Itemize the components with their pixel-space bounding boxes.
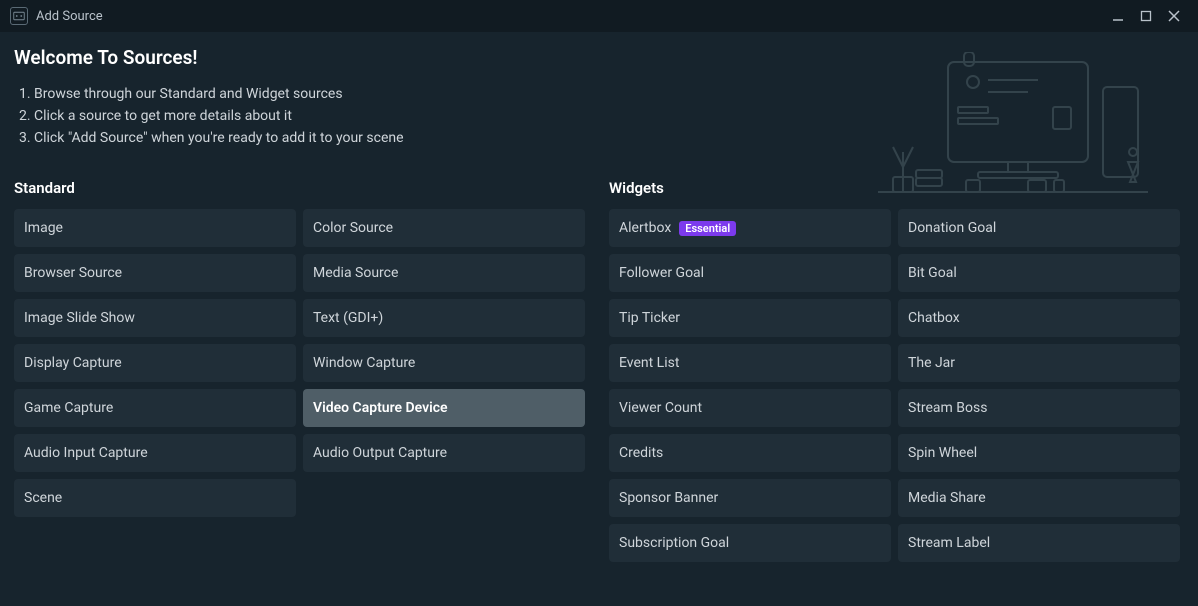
tile-label: Subscription Goal (619, 535, 729, 551)
tile-label: Chatbox (908, 310, 960, 326)
essential-badge: Essential (679, 221, 736, 236)
widget-tile-media-share[interactable]: Media Share (898, 479, 1180, 517)
widgets-grid: Alertbox Essential Donation Goal Follower G… (609, 209, 1184, 562)
close-button[interactable] (1160, 2, 1188, 30)
widget-tile-alertbox[interactable]: Alertbox Essential (609, 209, 891, 247)
app-icon (10, 7, 28, 25)
tile-label: Game Capture (24, 400, 113, 416)
tile-label: Window Capture (313, 355, 415, 371)
widget-tile-event-list[interactable]: Event List (609, 344, 891, 382)
intro-section: Welcome To Sources! Browse through our S… (0, 32, 1198, 179)
tile-label: Image (24, 220, 63, 236)
standard-tile-audio-output-capture[interactable]: Audio Output Capture (303, 434, 585, 472)
standard-tile-video-capture-device[interactable]: Video Capture Device (303, 389, 585, 427)
tile-label: Audio Output Capture (313, 445, 447, 461)
tile-label: Spin Wheel (908, 445, 977, 461)
widget-tile-stream-boss[interactable]: Stream Boss (898, 389, 1180, 427)
standard-tile-browser-source[interactable]: Browser Source (14, 254, 296, 292)
standard-tile-media-source[interactable]: Media Source (303, 254, 585, 292)
tile-label: Stream Boss (908, 400, 987, 416)
standard-tile-window-capture[interactable]: Window Capture (303, 344, 585, 382)
tile-label: Viewer Count (619, 400, 702, 416)
tile-label: Display Capture (24, 355, 122, 371)
tile-label: Text (GDI+) (313, 310, 383, 326)
tile-label: Follower Goal (619, 265, 704, 281)
tile-label: Media Share (908, 490, 986, 506)
standard-tile-color-source[interactable]: Color Source (303, 209, 585, 247)
standard-section-title: Standard (14, 179, 589, 197)
widget-tile-spin-wheel[interactable]: Spin Wheel (898, 434, 1180, 472)
standard-tile-image[interactable]: Image (14, 209, 296, 247)
widget-tile-bit-goal[interactable]: Bit Goal (898, 254, 1180, 292)
tile-label: Donation Goal (908, 220, 996, 236)
tile-label: Browser Source (24, 265, 122, 281)
illustration (858, 52, 1158, 212)
tile-label: Media Source (313, 265, 398, 281)
tile-label: Stream Label (908, 535, 990, 551)
maximize-button[interactable] (1132, 2, 1160, 30)
tile-label: Sponsor Banner (619, 490, 718, 506)
widget-tile-sponsor-banner[interactable]: Sponsor Banner (609, 479, 891, 517)
widgets-section: Widgets AlertboxEssentialDonation GoalFo… (609, 179, 1184, 606)
tile-label: Scene (24, 490, 62, 506)
tile-label: Color Source (313, 220, 393, 236)
widget-tile-follower-goal[interactable]: Follower Goal (609, 254, 891, 292)
tile-label: Credits (619, 445, 663, 461)
widget-tile-credits[interactable]: Credits (609, 434, 891, 472)
standard-tile-scene[interactable]: Scene (14, 479, 296, 517)
tile-label: Image Slide Show (24, 310, 135, 326)
tile-label: Alertbox (619, 220, 671, 236)
tile-label: Bit Goal (908, 265, 957, 281)
widget-tile-the-jar[interactable]: The Jar (898, 344, 1180, 382)
widget-tile-chatbox[interactable]: Chatbox (898, 299, 1180, 337)
standard-tile-audio-input-capture[interactable]: Audio Input Capture (14, 434, 296, 472)
widget-tile-tip-ticker[interactable]: Tip Ticker (609, 299, 891, 337)
titlebar: Add Source (0, 0, 1198, 32)
tile-label: Video Capture Device (313, 400, 448, 416)
widget-tile-donation-goal[interactable]: Donation Goal (898, 209, 1180, 247)
window-title: Add Source (36, 9, 103, 24)
tile-label: The Jar (908, 355, 955, 371)
tile-label: Audio Input Capture (24, 445, 148, 461)
minimize-button[interactable] (1104, 2, 1132, 30)
standard-tile-text-gdi[interactable]: Text (GDI+) (303, 299, 585, 337)
widget-tile-subscription-goal[interactable]: Subscription Goal (609, 524, 891, 562)
standard-tile-game-capture[interactable]: Game Capture (14, 389, 296, 427)
widget-tile-stream-label[interactable]: Stream Label (898, 524, 1180, 562)
tile-label: Tip Ticker (619, 310, 680, 326)
standard-tile-image-slide-show[interactable]: Image Slide Show (14, 299, 296, 337)
tile-label: Event List (619, 355, 679, 371)
standard-section: Standard Image Color Source Browser Source… (14, 179, 589, 606)
standard-tile-display-capture[interactable]: Display Capture (14, 344, 296, 382)
standard-grid: Image Color Source Browser Source Media Sou… (14, 209, 589, 517)
widget-tile-viewer-count[interactable]: Viewer Count (609, 389, 891, 427)
